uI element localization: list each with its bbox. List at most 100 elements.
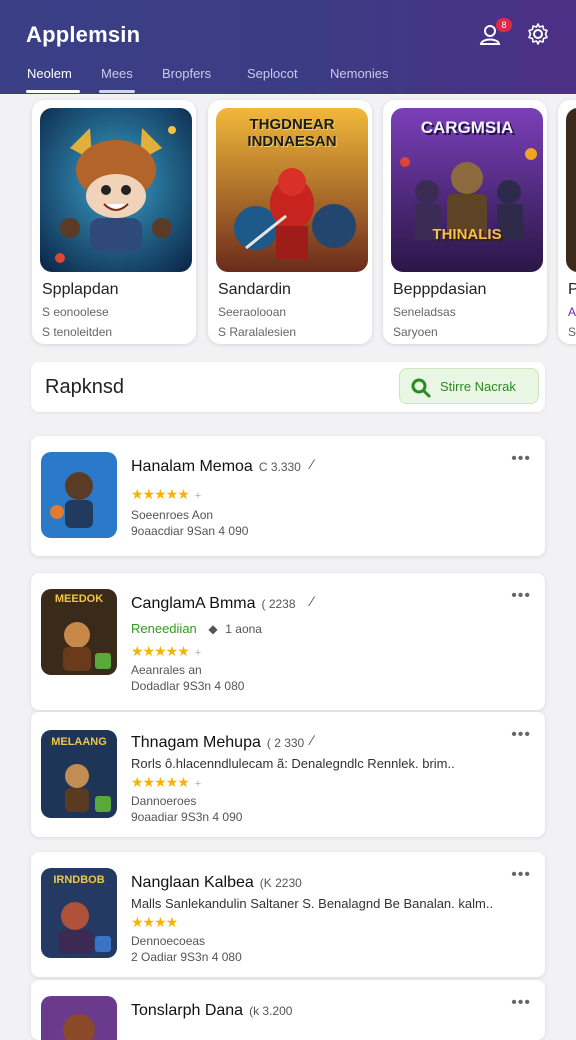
app-category-extra: 1 aona bbox=[225, 622, 262, 636]
list-item[interactable]: MEEDOK CanglamA Bmma ( 2238 ∕ ••• Reneedi… bbox=[31, 573, 545, 710]
rating-stars: ★★★★★ + bbox=[131, 774, 201, 791]
app-meta: Soeenroes Aon bbox=[131, 508, 214, 522]
app-name: Thnagam Mehupa bbox=[131, 734, 261, 751]
featured-card[interactable]: Spplapdan S eonoolese S tenoleitden bbox=[32, 100, 196, 344]
app-description: Rorls ô.hlacenndlulecam ã: Denalegndlc R… bbox=[131, 756, 455, 771]
rating-stars: ★★★★★ + bbox=[131, 486, 201, 503]
app-header: Applemsin 8 Neolem Mees Bropfers Seploco… bbox=[0, 0, 576, 94]
app-meta: Dennoecoeas bbox=[131, 934, 206, 948]
tag-icon: ◆ bbox=[208, 622, 218, 636]
app-title: Nanglaan Kalbea (K 2230 bbox=[131, 874, 302, 892]
tab-nemonies[interactable]: Nemonies bbox=[330, 66, 389, 81]
app-title: Tonslarph Dana (k 3.200 bbox=[131, 1002, 292, 1020]
app-category-label: Reneediian bbox=[131, 621, 197, 636]
featured-art-title: CARGMSIA bbox=[420, 118, 514, 137]
featured-card[interactable]: P A S bbox=[558, 100, 576, 344]
rating-stars-glyphs: ★★★★★ bbox=[131, 643, 190, 659]
featured-subtitle-2: S Raralalesien bbox=[218, 325, 297, 339]
list-item[interactable]: Hanalam Memoa C 3.330 ∕ ••• ★★★★★ + Soeenr… bbox=[31, 436, 545, 556]
search-icon bbox=[411, 378, 431, 398]
app-stats: 9oaadiar 9S3n 4 090 bbox=[131, 810, 243, 824]
featured-name: Spplapdan bbox=[42, 281, 119, 298]
link-icon[interactable]: ∕ bbox=[311, 593, 313, 609]
more-options-icon[interactable]: ••• bbox=[511, 587, 531, 605]
app-stats: 2 Oadiar 9S3n 4 080 bbox=[131, 950, 242, 964]
featured-subtitle: Seneladsas bbox=[393, 305, 456, 319]
tab-seplocot[interactable]: Seplocot bbox=[247, 66, 298, 81]
featured-name: Bepppdasian bbox=[393, 281, 487, 298]
tab-indicator-secondary bbox=[99, 90, 135, 93]
app-name: Nanglaan Kalbea bbox=[131, 874, 254, 891]
list-item[interactable]: Tonslarph Dana (k 3.200 ••• bbox=[31, 980, 545, 1040]
featured-carousel[interactable]: Spplapdan S eonoolese S tenoleitden THGD… bbox=[0, 94, 576, 354]
app-meta: Aeanrales an bbox=[131, 663, 202, 677]
app-icon: MEEDOK bbox=[41, 589, 117, 675]
app-version: (k 3.200 bbox=[249, 1004, 293, 1018]
section-title: Rapknsd bbox=[45, 376, 124, 398]
rating-stars: ★★★★★ + bbox=[131, 643, 201, 660]
app-title: CanglamA Bmma ( 2238 bbox=[131, 595, 296, 613]
app-version: (K 2230 bbox=[259, 876, 302, 890]
list-item[interactable]: MELAANG Thnagam Mehupa ( 2 330 ∕ ••• Rorl… bbox=[31, 712, 545, 837]
featured-game-art: CARGMSIA THINALIS bbox=[391, 108, 543, 272]
gear-icon[interactable] bbox=[526, 22, 552, 48]
tab-bar: Neolem Mees Bropfers Seplocot Nemonies bbox=[0, 60, 576, 94]
app-title: Hanalam Memoa C 3.330 bbox=[131, 458, 301, 476]
more-options-icon[interactable]: ••• bbox=[511, 726, 531, 744]
app-category: Reneediian ◆ 1 aona bbox=[131, 621, 262, 636]
featured-subtitle: Seeraolooan bbox=[218, 305, 287, 319]
app-version: C 3.330 bbox=[258, 460, 301, 474]
app-version: ( 2 330 bbox=[266, 736, 305, 750]
plus-icon: + bbox=[194, 778, 202, 790]
app-name: Tonslarph Dana bbox=[131, 1002, 244, 1019]
notification-badge: 8 bbox=[496, 18, 512, 32]
featured-subtitle-2: Saryoen bbox=[393, 325, 438, 339]
more-options-icon[interactable]: ••• bbox=[511, 450, 531, 468]
app-meta: Dannoeroes bbox=[131, 794, 197, 808]
app-name: CanglamA Bmma bbox=[131, 595, 256, 612]
featured-game-art bbox=[566, 108, 576, 272]
app-stats: 9oaacdiar 9San 4 090 bbox=[131, 524, 249, 538]
rating-stars-glyphs: ★★★★★ bbox=[131, 486, 190, 502]
rating-stars-glyphs: ★★★★ bbox=[131, 914, 178, 930]
app-name: Hanalam Memoa bbox=[131, 458, 253, 475]
show-more-button[interactable]: Stirre Nacrak bbox=[399, 368, 539, 404]
tab-neolem[interactable]: Neolem bbox=[27, 66, 72, 81]
featured-name: P bbox=[568, 281, 576, 298]
app-icon-text: IRNDBOB bbox=[53, 874, 105, 886]
featured-subtitle-2: S tenoleitden bbox=[42, 325, 113, 339]
app-icon-text: MELAANG bbox=[51, 736, 107, 748]
plus-icon: + bbox=[194, 647, 202, 659]
featured-game-art bbox=[40, 108, 192, 272]
link-icon[interactable]: ∕ bbox=[311, 732, 313, 748]
active-tab-indicator bbox=[26, 90, 80, 93]
link-icon[interactable]: ∕ bbox=[311, 456, 313, 472]
featured-art-subtitle: THINALIS bbox=[432, 226, 502, 243]
featured-art-title: THGDNEAR INDNAESAN bbox=[247, 116, 337, 150]
show-more-label: Stirre Nacrak bbox=[440, 379, 516, 394]
app-icon: IRNDBOB bbox=[41, 868, 117, 958]
app-icon bbox=[41, 452, 117, 538]
section-header: Rapknsd Stirre Nacrak bbox=[31, 362, 545, 412]
more-options-icon[interactable]: ••• bbox=[511, 994, 531, 1012]
app-version: ( 2238 bbox=[261, 597, 296, 611]
app-icon-text: MEEDOK bbox=[54, 593, 104, 605]
list-item[interactable]: IRNDBOB Nanglaan Kalbea (K 2230 ••• Malls… bbox=[31, 852, 545, 977]
featured-card[interactable]: THGDNEAR INDNAESAN Sandardin Seeraolooan… bbox=[208, 100, 372, 344]
app-stats: Dodadlar 9S3n 4 080 bbox=[131, 679, 245, 693]
tab-mees[interactable]: Mees bbox=[101, 66, 133, 81]
tab-bropfers[interactable]: Bropfers bbox=[162, 66, 211, 81]
featured-game-art: THGDNEAR INDNAESAN bbox=[216, 108, 368, 272]
rating-stars-glyphs: ★★★★★ bbox=[131, 774, 190, 790]
featured-name: Sandardin bbox=[218, 281, 291, 298]
app-title: Thnagam Mehupa ( 2 330 bbox=[131, 734, 304, 752]
rating-stars: ★★★★ bbox=[131, 914, 178, 931]
more-options-icon[interactable]: ••• bbox=[511, 866, 531, 884]
app-title: Applemsin bbox=[26, 22, 141, 47]
featured-subtitle: S eonoolese bbox=[42, 305, 109, 319]
featured-card[interactable]: CARGMSIA THINALIS Bepppdasian Seneladsas… bbox=[383, 100, 547, 344]
app-icon bbox=[41, 996, 117, 1040]
app-icon: MELAANG bbox=[41, 730, 117, 818]
plus-icon: + bbox=[194, 490, 202, 502]
featured-subtitle-2: S bbox=[568, 325, 576, 339]
